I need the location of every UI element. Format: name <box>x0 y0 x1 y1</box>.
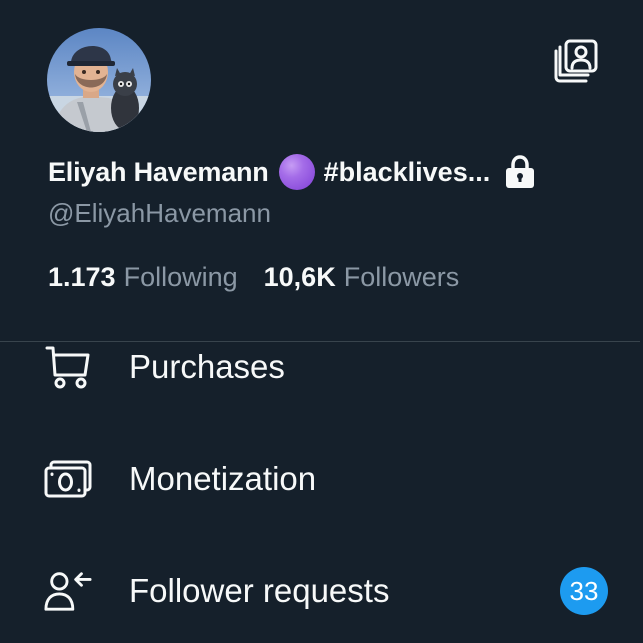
menu-item-follower-requests[interactable]: Follower requests 33 <box>0 551 643 631</box>
money-icon <box>44 457 92 501</box>
followers-link[interactable]: 10,6K Followers <box>264 262 460 293</box>
lock-icon <box>504 155 536 189</box>
display-name-hashtag: #blacklives... <box>323 156 491 187</box>
followers-label: Followers <box>343 262 460 292</box>
shopping-cart-icon <box>44 345 92 389</box>
menu-item-purchases[interactable]: Purchases <box>0 327 643 407</box>
follow-stats: 1.173 Following 10,6K Followers <box>48 262 459 293</box>
menu-item-follower-requests-label: Follower requests <box>129 572 390 609</box>
display-name: Eliyah Havemann <box>48 156 269 187</box>
menu-item-purchases-label: Purchases <box>129 348 285 385</box>
following-count: 1.173 <box>48 262 116 292</box>
following-label: Following <box>123 262 238 292</box>
menu-item-monetization-label: Monetization <box>129 460 317 497</box>
follower-requests-icon <box>44 569 92 613</box>
avatar-photo <box>47 28 151 132</box>
follower-requests-count-badge: 33 <box>560 567 608 615</box>
accounts-icon <box>554 39 598 83</box>
menu-item-monetization[interactable]: Monetization <box>0 439 643 519</box>
following-link[interactable]: 1.173 Following <box>48 262 238 293</box>
avatar[interactable] <box>47 28 151 132</box>
profile-name-row[interactable]: Eliyah Havemann #blacklives... <box>48 152 536 192</box>
switch-accounts-button[interactable] <box>552 37 600 85</box>
user-handle[interactable]: @EliyahHavemann <box>48 198 271 229</box>
followers-count: 10,6K <box>263 262 336 292</box>
purple-circle-emoji-icon <box>278 154 315 190</box>
side-menu: Eliyah Havemann #blacklives... @EliyahHa… <box>0 0 643 643</box>
